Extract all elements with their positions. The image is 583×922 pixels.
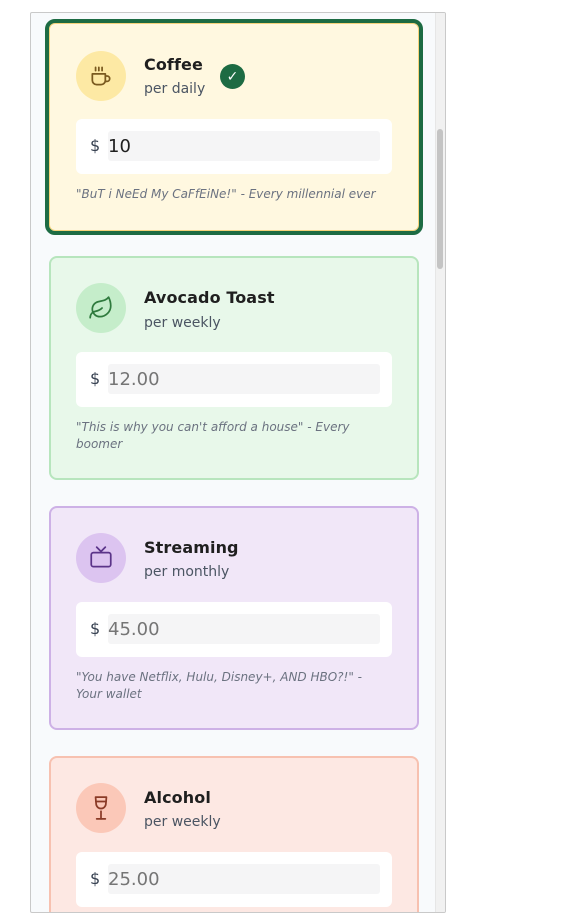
alcohol-amount-input[interactable] [108,864,380,894]
expense-title: Streaming [144,538,239,557]
coffee-cup-icon [91,66,111,86]
expense-quote: "This is why you can't afford a house" -… [76,420,350,451]
coffee-icon-badge [76,51,126,101]
amount-field-wrapper: $ [76,852,392,907]
vertical-scrollbar[interactable] [435,13,445,912]
currency-symbol: $ [90,619,101,638]
streaming-amount-input[interactable] [108,614,380,644]
expense-card-alcohol[interactable]: Alcohol per weekly $ [49,756,419,912]
expense-frequency: per weekly [144,315,221,331]
expense-quote: "You have Netflix, Hulu, Disney+, AND HB… [76,670,363,701]
expense-frequency: per monthly [144,564,230,580]
expense-frequency: per daily [144,81,206,97]
expense-quote: "BuT i NeEd My CaFfEiNe!" - Every millen… [76,187,376,201]
alcohol-icon-badge [76,783,126,833]
expense-card-streaming[interactable]: Streaming per monthly $ "You have Netfli… [49,506,419,730]
wine-glass-icon [94,796,108,820]
expense-title: Alcohol [144,788,211,807]
leaf-icon [89,296,112,319]
expense-card-avocado-toast[interactable]: Avocado Toast per weekly $ "This is why … [49,256,419,480]
coffee-amount-input[interactable] [108,131,380,161]
selected-check-icon: ✓ [220,64,245,89]
avocado-toast-amount-input[interactable] [108,364,380,394]
expense-title: Avocado Toast [144,288,275,307]
amount-field-wrapper: $ [76,602,392,657]
avocado-icon-badge [76,283,126,333]
currency-symbol: $ [90,869,101,888]
currency-symbol: $ [90,369,101,388]
expense-frequency: per weekly [144,814,221,830]
scrollbar-thumb[interactable] [437,129,443,269]
streaming-icon-badge [76,533,126,583]
expense-card-coffee[interactable]: Coffee per daily ✓ $ "BuT i NeEd My CaFf… [45,19,423,235]
tv-icon [90,546,112,568]
currency-symbol: $ [90,136,101,155]
amount-field-wrapper: $ [76,119,392,174]
expense-list-panel[interactable]: Coffee per daily ✓ $ "BuT i NeEd My CaFf… [30,12,446,913]
expense-title: Coffee [144,55,203,74]
amount-field-wrapper: $ [76,352,392,407]
